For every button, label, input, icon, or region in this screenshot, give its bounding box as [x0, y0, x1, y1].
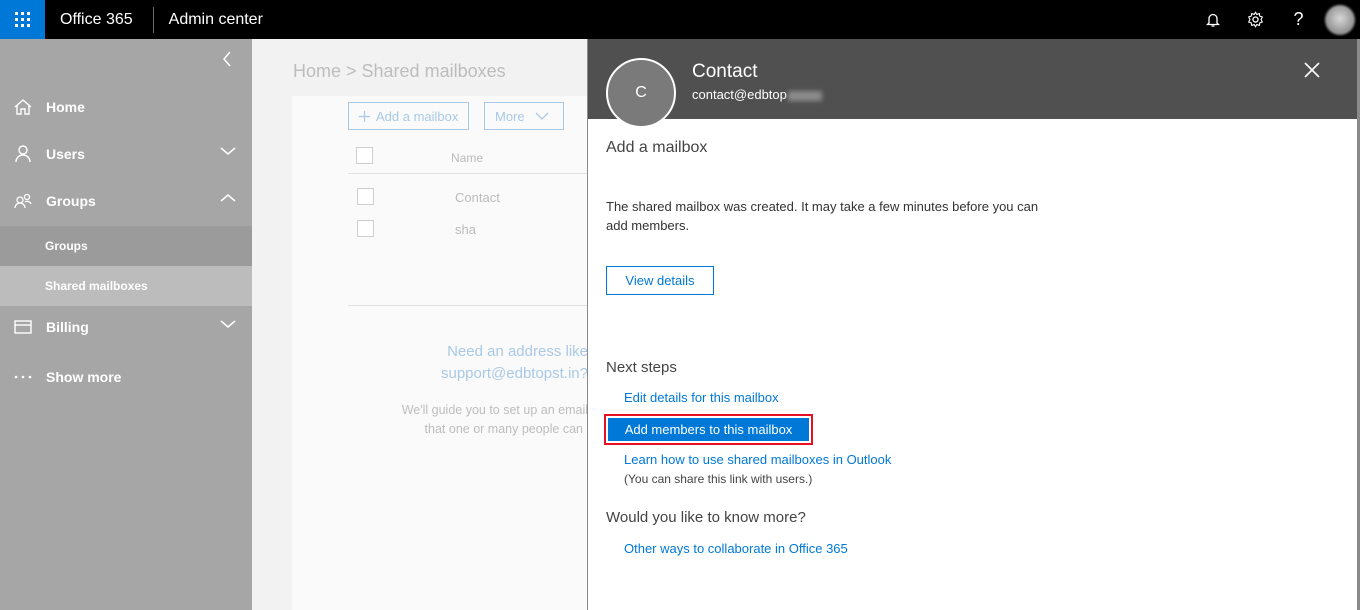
nav-sublabel-groups: Groups: [45, 239, 88, 253]
nav-label-show-more: Show more: [46, 369, 122, 385]
home-icon: [14, 99, 32, 115]
chevron-down-icon: [220, 320, 236, 328]
header-divider: [348, 173, 588, 174]
user-avatar: [1325, 4, 1355, 35]
add-mailbox-label: Add a mailbox: [376, 108, 459, 124]
nav-sublabel-shared-mailboxes: Shared mailboxes: [45, 279, 148, 293]
nav-label-groups: Groups: [46, 193, 96, 209]
app-launcher-icon: [14, 11, 30, 27]
edit-details-link[interactable]: Edit details for this mailbox: [624, 390, 779, 405]
gear-icon: [1247, 11, 1264, 28]
know-more-title: Would you like to know more?: [606, 509, 806, 526]
panel-title: Contact: [692, 61, 758, 82]
mailbox-details-panel: Contact contact@edbtop C Add a mailbox T…: [587, 39, 1360, 610]
chevron-down-icon: [535, 112, 549, 120]
chevron-up-icon: [220, 194, 236, 202]
share-link-note: (You can share this link with users.): [624, 472, 813, 486]
nav-item-home[interactable]: Home: [0, 85, 252, 129]
app-launcher-button[interactable]: [0, 0, 45, 39]
breadcrumb[interactable]: Home > Shared mailboxes: [293, 61, 506, 82]
close-icon: [1304, 62, 1320, 78]
groups-icon: [14, 193, 32, 209]
empty-title-line: Need an address like: [447, 343, 588, 360]
panel-header: Contact contact@edbtop: [588, 39, 1358, 119]
add-mailbox-button[interactable]: Add a mailbox: [348, 102, 470, 130]
empty-state-title: Need an address like support@edbtopst.in…: [427, 341, 588, 385]
add-members-button[interactable]: Add members to this mailbox: [608, 418, 809, 441]
user-avatar-button[interactable]: [1320, 0, 1360, 39]
plus-icon: [359, 110, 370, 122]
notifications-button[interactable]: [1191, 0, 1234, 39]
more-button[interactable]: More: [484, 102, 564, 130]
column-header-name[interactable]: Name: [451, 151, 483, 165]
admin-center-title[interactable]: Admin center: [169, 11, 263, 29]
main-content: Home > Shared mailboxes Add a mailbox Mo…: [252, 39, 592, 610]
nav-label-home: Home: [46, 99, 85, 115]
help-button[interactable]: ?: [1277, 0, 1320, 39]
nav-item-groups[interactable]: Groups: [0, 179, 252, 223]
nav-subitem-groups[interactable]: Groups: [0, 226, 252, 266]
collapse-nav-button[interactable]: [222, 51, 232, 72]
chevron-left-icon: [223, 51, 231, 67]
redacted-text: [787, 90, 822, 101]
top-bar: Office 365 Admin center ?: [0, 0, 1360, 39]
creation-message: The shared mailbox was created. It may t…: [606, 199, 1039, 233]
table-row[interactable]: sha: [455, 222, 476, 237]
brand-divider: [152, 6, 154, 33]
chevron-down-icon: [220, 147, 236, 155]
nav-item-billing[interactable]: Billing: [0, 305, 252, 349]
settings-button[interactable]: [1234, 0, 1277, 39]
select-all-checkbox[interactable]: [356, 147, 373, 164]
collaborate-link[interactable]: Other ways to collaborate in Office 365: [624, 541, 848, 556]
office-365-brand[interactable]: Office 365: [60, 0, 133, 39]
section-title-add-mailbox: Add a mailbox: [606, 139, 708, 156]
view-details-button[interactable]: View details: [606, 266, 714, 295]
table-row[interactable]: Contact: [455, 190, 500, 205]
empty-desc-line: that one or many people can: [424, 422, 583, 436]
panel-email: contact@edbtop: [692, 87, 822, 102]
empty-state-description: We'll guide you to set up an email that …: [377, 401, 588, 439]
list-divider: [348, 305, 588, 306]
user-icon: [15, 145, 31, 163]
ellipsis-icon: [14, 375, 32, 379]
help-icon: ?: [1293, 9, 1304, 29]
empty-desc-line: We'll guide you to set up an email: [401, 403, 588, 417]
highlight-box: Add members to this mailbox: [604, 414, 813, 445]
nav-item-users[interactable]: Users: [0, 132, 252, 176]
nav-subitem-shared-mailboxes[interactable]: Shared mailboxes: [0, 266, 252, 306]
empty-title-line: support@edbtopst.in?: [441, 365, 588, 382]
row-checkbox[interactable]: [357, 188, 374, 205]
left-navigation: Home Users Groups Groups Shared mailboxe…: [0, 39, 252, 610]
nav-label-billing: Billing: [46, 319, 89, 335]
close-panel-button[interactable]: [1304, 58, 1320, 84]
billing-icon: [14, 320, 32, 334]
learn-shared-mailboxes-link[interactable]: Learn how to use shared mailboxes in Out…: [624, 452, 891, 467]
nav-item-show-more[interactable]: Show more: [0, 355, 252, 399]
nav-label-users: Users: [46, 146, 85, 162]
bell-icon: [1205, 13, 1220, 27]
more-label: More: [495, 108, 525, 124]
row-checkbox[interactable]: [357, 220, 374, 237]
next-steps-title: Next steps: [606, 359, 677, 376]
panel-email-text: contact@edbtop: [692, 87, 787, 102]
mailbox-avatar: C: [606, 58, 676, 128]
